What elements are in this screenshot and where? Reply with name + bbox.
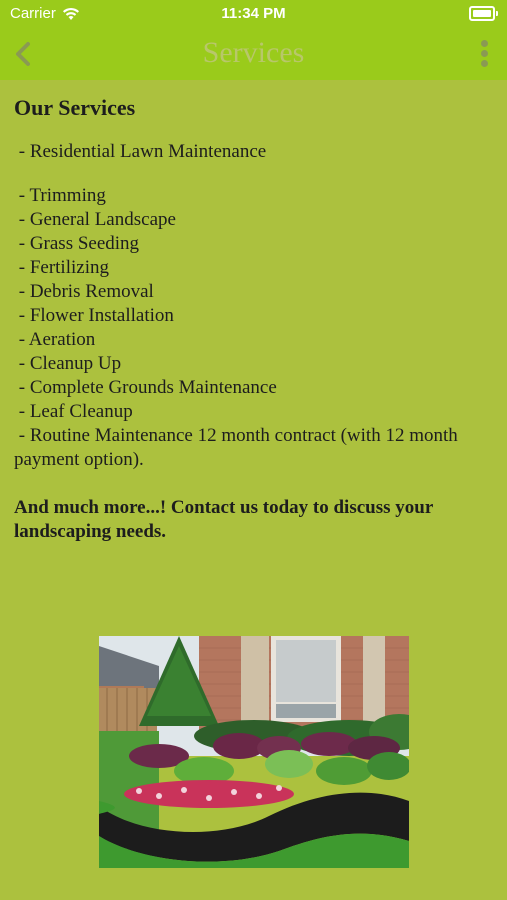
service-item: - Grass Seeding xyxy=(14,233,140,254)
service-item: - Complete Grounds Maintenance xyxy=(14,377,277,398)
landscape-photo xyxy=(99,636,409,868)
status-bar: Carrier 11:34 PM xyxy=(0,0,507,28)
service-item: - Leaf Cleanup xyxy=(14,401,133,422)
nav-bar: Services xyxy=(0,28,507,80)
service-item: - Fertilizing xyxy=(14,257,109,278)
vertical-ellipsis-icon xyxy=(480,40,488,47)
page-title: Services xyxy=(202,36,305,69)
routine-maintenance-item: - Routine Maintenance 12 month contract … xyxy=(14,425,463,470)
status-time: 11:34 PM xyxy=(221,5,286,22)
service-item: - Cleanup Up xyxy=(14,353,122,374)
services-content: Our Services - Residential Lawn Maintena… xyxy=(14,96,494,544)
menu-dot xyxy=(480,60,488,67)
landscape-image xyxy=(99,636,409,868)
service-item: - Aeration xyxy=(14,329,96,350)
primary-service: - Residential Lawn Maintenance xyxy=(14,141,267,162)
section-heading: Our Services xyxy=(14,95,136,120)
battery-icon xyxy=(469,6,498,21)
service-item: - General Landscape xyxy=(14,209,176,230)
contact-callout: And much more...! Contact us today to di… xyxy=(14,497,433,542)
menu-dot xyxy=(480,50,488,57)
service-item: - Debris Removal xyxy=(14,281,154,302)
status-right xyxy=(469,6,498,21)
menu-button[interactable] xyxy=(479,40,489,68)
service-item: - Flower Installation xyxy=(14,305,174,326)
service-item: - Trimming xyxy=(14,185,106,206)
